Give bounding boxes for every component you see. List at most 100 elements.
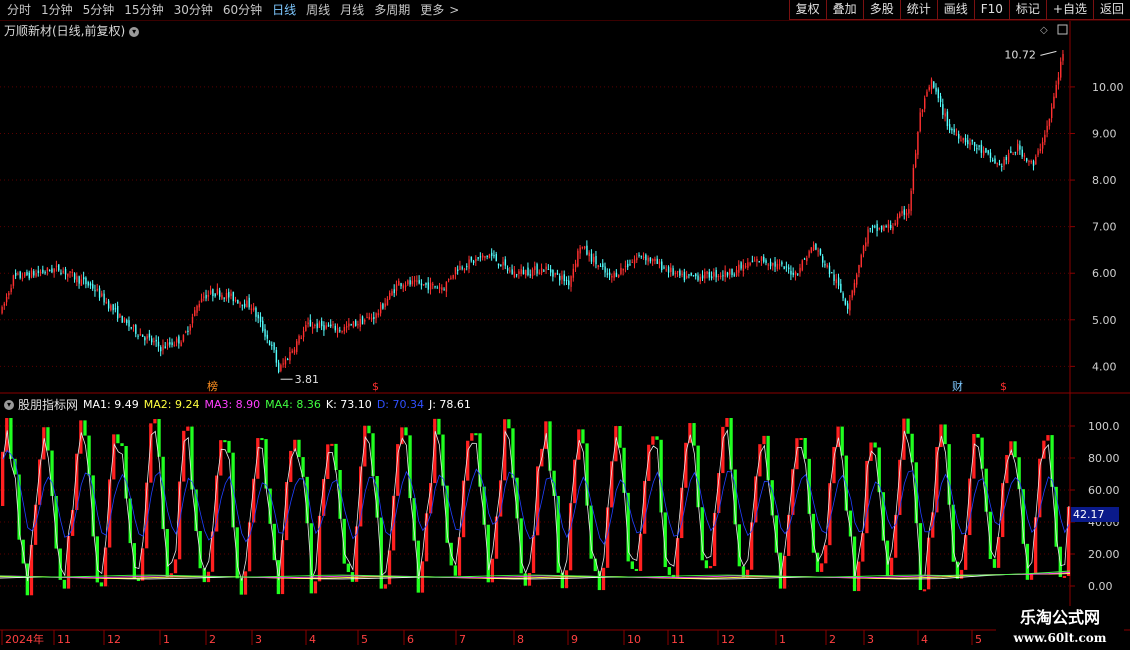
- indicator-name[interactable]: 股朋指标网: [18, 396, 78, 413]
- candle-body: [969, 142, 971, 146]
- candle-body: [692, 275, 695, 277]
- candle-body: [887, 224, 890, 228]
- candle-body: [919, 112, 921, 132]
- candle-body: [738, 264, 740, 273]
- candle-body: [525, 269, 527, 276]
- osc-bar: [62, 579, 67, 589]
- candle-body: [948, 124, 951, 131]
- candle-body: [475, 258, 477, 262]
- candle-body: [83, 277, 85, 280]
- candle-body: [318, 322, 321, 328]
- toolbar-button-7[interactable]: +自选: [1045, 0, 1093, 20]
- period-tab-7[interactable]: 周线: [301, 0, 335, 20]
- time-label-12: 10: [627, 633, 641, 646]
- candle-body: [481, 255, 484, 258]
- candle-body: [468, 259, 470, 269]
- candle-body: [237, 299, 239, 304]
- candle-body: [667, 266, 670, 273]
- candle-body: [477, 257, 479, 259]
- candle-body: [241, 304, 244, 306]
- candle-body: [724, 270, 726, 278]
- candle-body: [513, 271, 516, 278]
- candle-body: [194, 310, 196, 316]
- toolbar-button-8[interactable]: 返回: [1092, 0, 1130, 20]
- toolbar-button-4[interactable]: 画线: [936, 0, 974, 20]
- toolbar-button-6[interactable]: 标记: [1008, 0, 1046, 20]
- candle-body: [593, 256, 595, 263]
- candle-body: [1044, 134, 1046, 143]
- osc-bar: [873, 442, 877, 448]
- chevron-down-icon[interactable]: ▾: [4, 399, 14, 410]
- candle-body: [1014, 151, 1017, 153]
- candle-body: [309, 319, 312, 327]
- period-tab-2[interactable]: 5分钟: [78, 0, 120, 20]
- time-label-16: 2: [829, 633, 836, 646]
- candle-body: [15, 272, 17, 276]
- osc-bar: [614, 426, 618, 462]
- period-tab-6[interactable]: 日线: [267, 0, 301, 20]
- candle-body: [148, 333, 151, 338]
- candle-body: [502, 261, 504, 266]
- candle-body: [230, 293, 232, 296]
- candle-body: [731, 268, 733, 276]
- candle-body: [395, 284, 398, 291]
- chart-canvas[interactable]: 10.009.008.007.006.005.004.0010.723.81榜 $…: [0, 0, 1130, 650]
- chevron-down-icon[interactable]: ▾: [129, 26, 140, 37]
- osc-bar: [651, 436, 655, 445]
- toolbar-button-0[interactable]: 复权: [788, 0, 826, 20]
- period-tab-8[interactable]: 月线: [335, 0, 369, 20]
- candle-body: [44, 272, 46, 274]
- candle-body: [550, 269, 552, 273]
- candle-body: [985, 148, 987, 153]
- osc-bar: [922, 589, 927, 592]
- candle-body: [472, 260, 475, 263]
- candle-body: [307, 322, 309, 325]
- candle-body: [434, 286, 436, 288]
- candle-body: [511, 269, 513, 275]
- candle-body: [953, 129, 955, 133]
- period-tab-9[interactable]: 多周期: [369, 0, 415, 20]
- osc-bar: [704, 560, 709, 569]
- candle-body: [1023, 155, 1026, 157]
- candle-body: [706, 271, 708, 274]
- osc-bar: [729, 418, 733, 470]
- candle-body: [967, 140, 969, 145]
- candle-body: [846, 303, 849, 309]
- candle-body: [107, 300, 110, 309]
- candle-body: [767, 264, 770, 266]
- chevron-right-icon[interactable]: >: [449, 0, 464, 20]
- period-tab-5[interactable]: 60分钟: [218, 0, 267, 20]
- candle-body: [92, 284, 94, 289]
- toolbar-button-1[interactable]: 叠加: [825, 0, 863, 20]
- period-tab-3[interactable]: 15分钟: [119, 0, 168, 20]
- candle-body: [695, 273, 697, 277]
- candle-body: [212, 289, 214, 297]
- toolbar-button-2[interactable]: 多股: [862, 0, 900, 20]
- osc-bar: [1, 451, 5, 506]
- candle-body: [257, 314, 259, 319]
- candle-body: [570, 276, 572, 287]
- candle-body: [871, 225, 874, 228]
- candle-body: [1060, 61, 1062, 78]
- period-tab-1[interactable]: 1分钟: [36, 0, 78, 20]
- stock-title: 万顺新材(日线,前复权): [4, 24, 126, 38]
- candle-body: [896, 216, 899, 225]
- candle-body: [39, 272, 42, 274]
- price-tick-label-4: 6.00: [1092, 267, 1117, 280]
- price-panel-title[interactable]: 万顺新材(日线,前复权) ▾: [4, 22, 140, 39]
- toolbar-button-5[interactable]: F10: [973, 0, 1009, 20]
- candle-body: [1032, 161, 1035, 166]
- candle-body: [543, 270, 545, 272]
- period-tab-0[interactable]: 分时: [2, 0, 36, 20]
- candle-body: [21, 277, 24, 279]
- candle-body: [78, 276, 80, 284]
- candle-body: [463, 268, 466, 271]
- event-marker-1: $: [372, 380, 379, 393]
- period-tab-4[interactable]: 30分钟: [169, 0, 218, 20]
- time-label-0: 2024年: [5, 632, 44, 646]
- candle-body: [207, 295, 210, 297]
- candle-body: [76, 276, 78, 283]
- period-tab-10[interactable]: 更多: [415, 0, 449, 20]
- toolbar-button-3[interactable]: 统计: [899, 0, 937, 20]
- candle-body: [751, 260, 754, 263]
